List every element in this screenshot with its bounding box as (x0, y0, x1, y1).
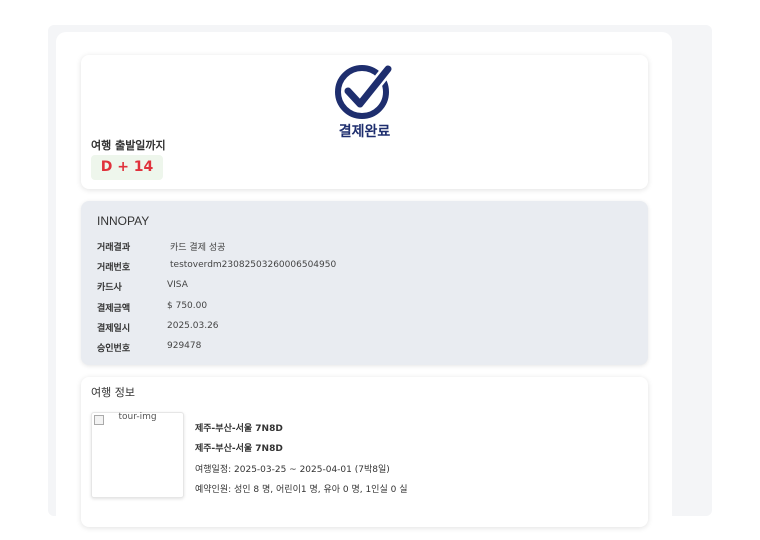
dday-label: 여행 출발일까지 (91, 139, 166, 152)
payment-value: VISA (167, 280, 188, 290)
trip-section-title: 여행 정보 (91, 386, 135, 399)
payment-value: testoverdm23082503260006504950 (170, 260, 337, 270)
payment-label: 거래번호 (97, 263, 131, 273)
payment-value: $ 750.00 (167, 301, 208, 311)
payment-label: 카드사 (97, 283, 122, 293)
tour-image[interactable]: tour-img (91, 412, 184, 498)
tour-image-alt: tour-img (118, 412, 157, 422)
status-card: 결제완료 여행 출발일까지 D + 14 (81, 55, 648, 189)
payment-label: 결제금액 (97, 304, 131, 314)
trip-info-card: 여행 정보 tour-img 제주-부산-서울 7N8D 제주-부산-서울 7N… (81, 377, 648, 527)
payment-value: 929478 (167, 341, 202, 351)
tour-schedule: 여행일정: 2025-03-25 ~ 2025-04-01 (7박8일) (195, 465, 390, 475)
payment-label: 결제일시 (97, 324, 131, 334)
payment-provider-title: INNOPAY (97, 214, 150, 228)
tour-travelers: 예약인원: 성인 8 명, 어린이1 명, 유아 0 명, 1인실 0 실 (195, 485, 408, 495)
tour-name[interactable]: 제주-부산-서울 7N8D (195, 421, 283, 434)
payment-label: 거래결과 (97, 243, 131, 253)
payment-label: 승인번호 (97, 344, 131, 354)
tour-subtitle: 제주-부산-서울 7N8D (195, 444, 283, 454)
dday-badge: D + 14 (91, 155, 163, 180)
payment-value: 카드 결제 성공 (170, 243, 226, 253)
payment-value: 2025.03.26 (167, 321, 219, 331)
payment-complete-title: 결제완료 (338, 124, 391, 140)
payment-info-card: INNOPAY 거래결과 카드 결제 성공 거래번호 testoverdm230… (81, 201, 648, 365)
check-circle-icon (335, 63, 394, 119)
